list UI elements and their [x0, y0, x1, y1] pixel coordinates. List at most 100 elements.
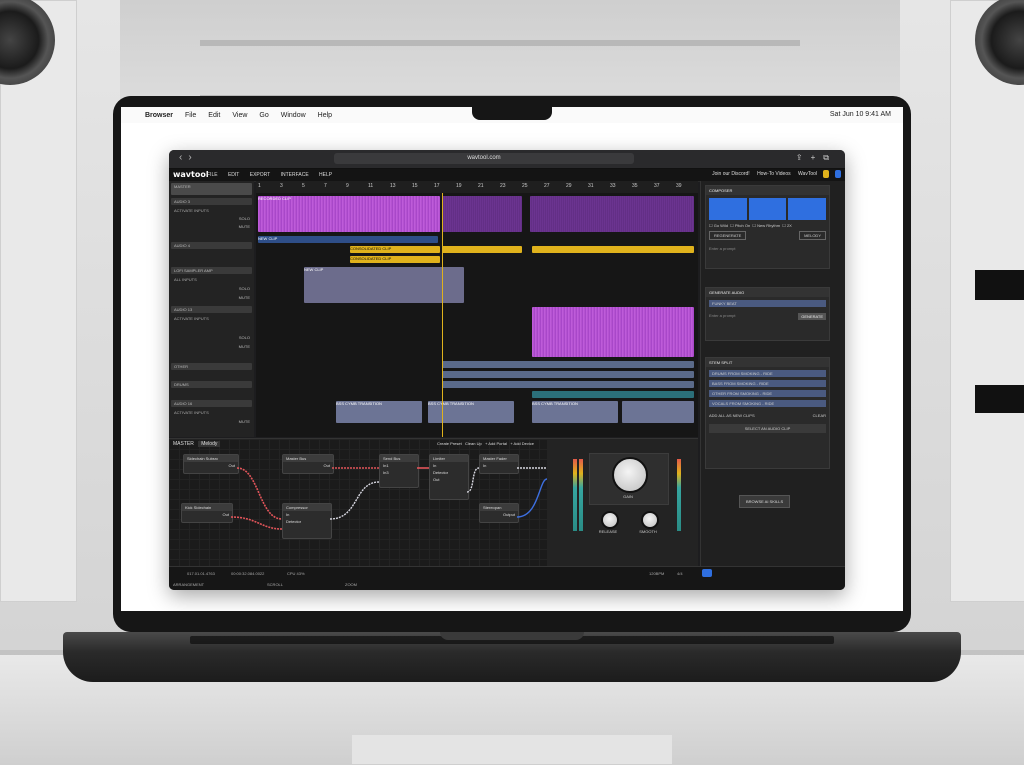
menubar-app-name[interactable]: Browser: [145, 112, 173, 119]
midi-clip[interactable]: NEW CLIP: [304, 267, 464, 303]
app-menu-export[interactable]: EXPORT: [250, 172, 270, 178]
playhead[interactable]: [442, 193, 443, 437]
time-signature[interactable]: 4/4: [677, 571, 683, 576]
app-menu-edit[interactable]: EDIT: [228, 172, 239, 178]
activate-inputs-label[interactable]: ACTIVATE INPUTS: [171, 409, 252, 416]
audio-clip[interactable]: BSS CYMB TRANSITION: [532, 401, 618, 423]
activate-inputs-label[interactable]: ACTIVATE INPUTS: [171, 315, 252, 322]
browser-window: ‹› wavtool.com ⇪+⧉ wavtool FILE EDIT EXP…: [169, 150, 845, 590]
stem-clip[interactable]: DRUMS FROM SMOKING - RIDE: [709, 370, 826, 377]
midi-clip[interactable]: [532, 246, 694, 253]
track-lofi-sampler[interactable]: LOFI SAMPLER AMP: [171, 267, 252, 274]
composer-prompt-input[interactable]: Enter a prompt: [706, 243, 829, 254]
account-pill[interactable]: [835, 170, 841, 178]
right-speaker-slot: [975, 270, 1024, 300]
generate-button[interactable]: GENERATE: [798, 313, 826, 320]
browse-ai-skills-button[interactable]: BROWSE AI SKILLS: [739, 495, 791, 508]
generate-audio-title: GENERATE AUDIO: [706, 288, 829, 297]
menu-view[interactable]: View: [232, 112, 247, 119]
mute-button[interactable]: MUTE: [171, 223, 252, 230]
back-forward-icon[interactable]: ‹›: [179, 152, 198, 163]
midi-clip[interactable]: [532, 391, 694, 398]
track-audio-3[interactable]: AUDIO 3: [171, 198, 252, 205]
stem-clip[interactable]: OTHER FROM SMOKING - RIDE: [709, 390, 826, 397]
share-newtab-icon[interactable]: ⇪+⧉: [796, 153, 837, 163]
select-audio-clip-button[interactable]: SELECT AN AUDIO CLIP: [709, 424, 826, 433]
generated-clip[interactable]: FUNKY BEAT: [709, 300, 826, 307]
right-speaker-slot: [975, 385, 1024, 413]
scroll-control[interactable]: SCROLL: [267, 582, 283, 587]
audio-clip[interactable]: [532, 307, 694, 357]
audio-clip[interactable]: [442, 196, 522, 232]
release-knob[interactable]: [601, 511, 619, 529]
track-audio-13[interactable]: AUDIO 13: [171, 306, 252, 313]
app-menu-file[interactable]: FILE: [207, 172, 218, 178]
midi-clip[interactable]: [442, 371, 694, 378]
ruler-bar: 37: [654, 183, 660, 189]
menu-window[interactable]: Window: [281, 112, 306, 119]
arrangement-timeline[interactable]: 1 3 5 7 9 11 13 15 17 19 21 23 25 27 29 …: [256, 181, 698, 437]
option-new-rhythm[interactable]: New Rhythm: [757, 223, 780, 228]
audio-clip[interactable]: [530, 196, 694, 232]
melody-select[interactable]: MELODY: [799, 231, 826, 240]
midi-clip[interactable]: [442, 246, 522, 253]
mute-button[interactable]: MUTE: [171, 418, 252, 425]
gain-knob[interactable]: [612, 457, 648, 493]
midi-clip[interactable]: [442, 381, 694, 388]
mute-button[interactable]: MUTE: [171, 294, 252, 301]
address-bar[interactable]: wavtool.com: [334, 153, 634, 164]
track-master[interactable]: MASTER: [171, 183, 252, 195]
mute-button[interactable]: MUTE: [171, 343, 252, 350]
audio-clip[interactable]: [622, 401, 694, 423]
midi-clip[interactable]: NEW CLIP: [258, 236, 438, 243]
smooth-knob[interactable]: [641, 511, 659, 529]
solo-button[interactable]: SOLO: [171, 285, 252, 292]
track-audio-16[interactable]: AUDIO 16: [171, 400, 252, 407]
audio-clip[interactable]: RECORDED CLIP: [258, 196, 440, 232]
midi-clip[interactable]: CONSOLIDATED CLIP: [350, 256, 440, 263]
arrangement-tab[interactable]: ARRANGEMENT: [173, 582, 204, 587]
melody-variation[interactable]: [709, 198, 747, 220]
menu-file[interactable]: File: [185, 112, 196, 119]
status-pill[interactable]: [823, 170, 829, 178]
track-audio-4[interactable]: AUDIO 4: [171, 242, 252, 249]
option-2x[interactable]: 2X: [787, 223, 792, 228]
device-graph[interactable]: MASTER Melody Create Preset Clean Up + A…: [169, 438, 547, 567]
menu-help[interactable]: Help: [318, 112, 332, 119]
ruler-bar: 21: [478, 183, 484, 189]
wavtool-link[interactable]: WavTool: [798, 171, 817, 177]
clip-label: NEW CLIP: [258, 236, 278, 241]
option-go-wild[interactable]: Go Wild: [714, 223, 728, 228]
audio-clip[interactable]: BSS CYMB TRANSITION: [336, 401, 422, 423]
clear-button[interactable]: CLEAR: [813, 413, 826, 418]
melody-variation[interactable]: [788, 198, 827, 220]
tempo-display[interactable]: 120BPM: [649, 571, 664, 576]
midi-clip[interactable]: [442, 361, 694, 368]
all-inputs-label[interactable]: ALL INPUTS: [171, 276, 252, 283]
timeline-ruler[interactable]: 1 3 5 7 9 11 13 15 17 19 21 23 25 27 29 …: [256, 181, 698, 193]
track-drums[interactable]: DRUMS: [171, 381, 252, 388]
solo-button[interactable]: SOLO: [171, 215, 252, 222]
generate-prompt-input[interactable]: Enter a prompt: [709, 313, 735, 320]
discord-link[interactable]: Join our Discord!: [712, 171, 750, 177]
track-other[interactable]: OTHER: [171, 363, 252, 370]
regenerate-button[interactable]: REGENERATE: [709, 231, 747, 240]
app-menu-help[interactable]: HELP: [319, 172, 332, 178]
stem-clip[interactable]: VOCALS FROM SMOKING - RIDE: [709, 400, 826, 407]
app-menu-interface[interactable]: INTERFACE: [281, 172, 309, 178]
videos-link[interactable]: How-To Videos: [757, 171, 791, 177]
solo-button[interactable]: SOLO: [171, 334, 252, 341]
melody-variation[interactable]: [748, 198, 787, 220]
stem-clip[interactable]: BASS FROM SMOKING - RIDE: [709, 380, 826, 387]
add-all-clips-button[interactable]: ADD ALL AS NEW CLIPS: [709, 413, 755, 418]
menu-go[interactable]: Go: [259, 112, 268, 119]
option-pitch-on[interactable]: Pitch On: [735, 223, 750, 228]
audio-clip[interactable]: BSS CYMB TRANSITION: [428, 401, 514, 423]
zoom-control[interactable]: ZOOM: [345, 582, 357, 587]
midi-clip[interactable]: CONSOLIDATED CLIP: [350, 246, 440, 253]
menu-edit[interactable]: Edit: [208, 112, 220, 119]
waveform-icon[interactable]: [702, 569, 712, 577]
ruler-bar: 31: [588, 183, 594, 189]
activate-inputs-label[interactable]: ACTIVATE INPUTS: [171, 207, 252, 214]
smooth-label: SMOOTH: [639, 529, 657, 534]
